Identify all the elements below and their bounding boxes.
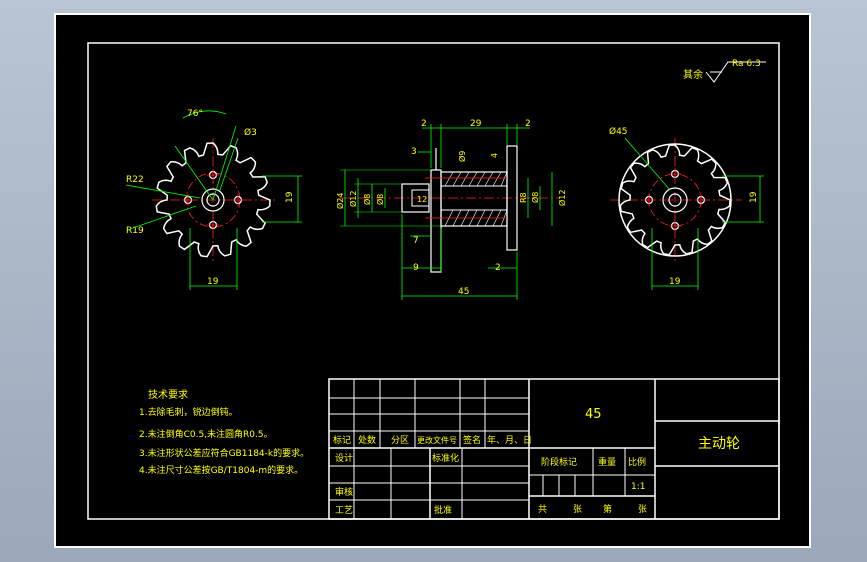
dim-phi8b: Ø8 [375,194,385,205]
drawing-canvas[interactable]: 其余 Ra 6.3 76° Ø3 R22 R19 19 19 2 29 2 3 … [0,0,867,562]
dim-phi12r: Ø12 [557,190,567,206]
dim-phi12: Ø12 [348,191,358,207]
rev-header: 签名 [463,434,481,446]
sheet-label: 张 [573,504,582,515]
dim-height-right: 19 [749,191,759,203]
dim-hole-right: Ø45 [609,126,628,137]
sheet-label-2: 张 [638,504,647,515]
dim-29: 29 [470,119,482,129]
note-item: 3.未注形状公差应符合GB1184-k的要求。 [139,447,309,459]
dim-3: 3 [411,147,417,157]
role-design: 设计 [335,452,353,464]
scale-label: 比例 [628,456,646,468]
dim-phi9: Ø9 [457,151,467,162]
role-approve: 批准 [434,504,452,516]
dim-hole-left: Ø3 [244,127,257,138]
notes-title: 技术要求 [148,388,188,401]
sheet-total: 共 [538,504,547,515]
scale-value: 1:1 [631,482,645,492]
rev-header: 标记 [333,434,351,446]
dim-phi8a: Ø8 [362,194,372,205]
role-process: 工艺 [335,505,353,516]
roughness-value: Ra 6.3 [732,59,761,69]
material: 45 [585,407,602,422]
note-item: 1.去除毛刺，锐边倒钝。 [139,406,238,418]
dim-7: 7 [413,236,419,246]
rev-header: 更改文件号 [417,435,457,445]
dim-width-left: 19 [207,277,219,287]
dim-9: 9 [413,263,419,273]
rev-header: 分区 [391,435,409,446]
dim-angle: 76° [187,109,203,119]
rev-header: 处数 [358,434,376,446]
part-name: 主动轮 [698,436,740,452]
roughness-label: 其余 [683,68,703,81]
note-item: 4.未注尺寸公差按GB/T1804-m的要求。 [139,464,303,476]
weight-label: 重量 [598,456,616,468]
dim-4: 4 [490,153,499,158]
rev-header: 年、月、日 [487,434,532,446]
dim-2b: 2 [525,119,531,129]
cad-window: 其余 Ra 6.3 76° Ø3 R22 R19 19 19 2 29 2 3 … [0,0,867,562]
role-standard: 标准化 [432,452,459,464]
dim-r-outer: R22 [126,175,144,185]
note-item: 2.未注倒角C0.5,未注圆角R0.5。 [139,428,273,440]
dim-2a: 2 [421,119,427,129]
dim-r8: R8 [519,192,528,203]
role-review: 审核 [335,486,353,498]
dim-12: 12 [417,195,427,204]
sheet-index: 第 [603,503,612,515]
dim-height-left: 19 [285,191,295,203]
stage-mark: 阶段标记 [541,456,577,468]
dim-phi8r: Ø8 [530,192,540,203]
dim-width-right: 19 [669,277,681,287]
dim-45: 45 [458,287,469,297]
dim-phi24: Ø24 [335,193,345,209]
dim-2c: 2 [495,263,501,273]
